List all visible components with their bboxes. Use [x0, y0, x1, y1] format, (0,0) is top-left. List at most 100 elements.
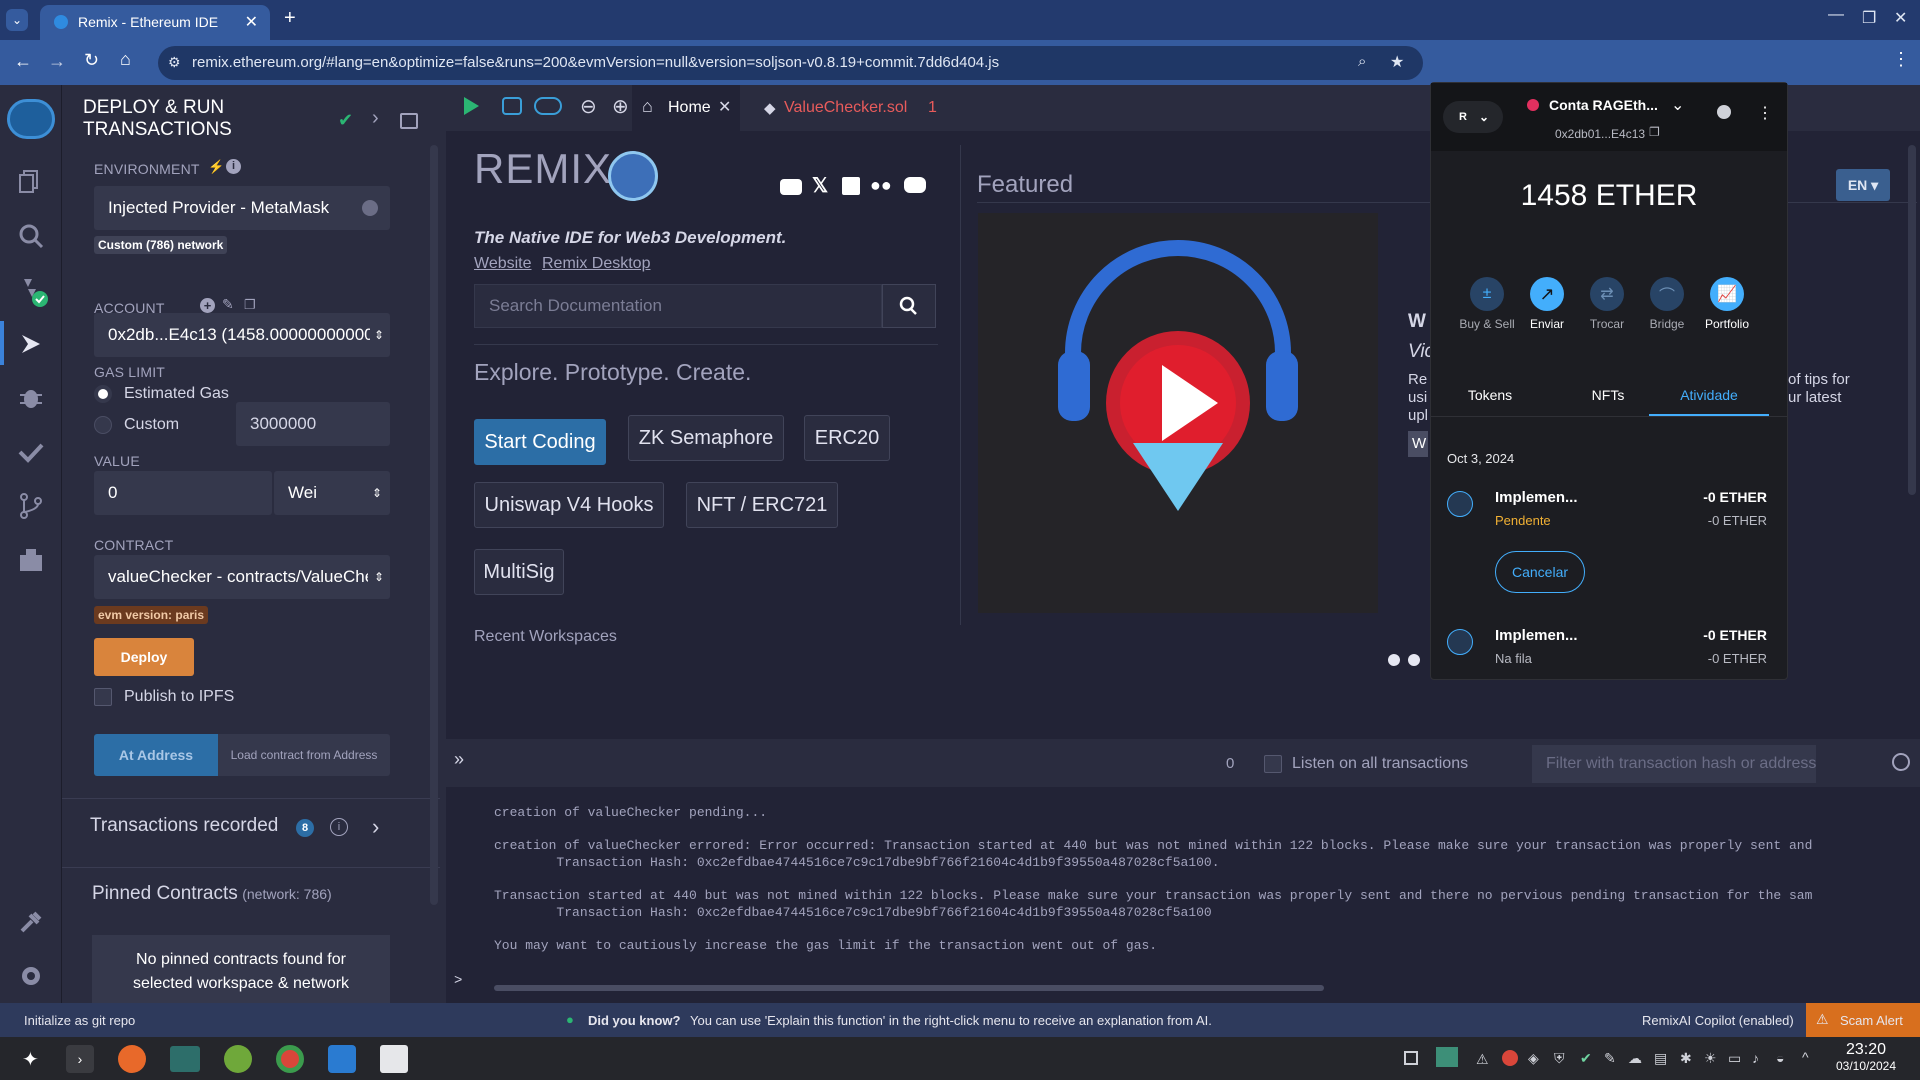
- settings-gear-icon[interactable]: [16, 961, 46, 991]
- chevron-down-icon[interactable]: ⌄: [1671, 95, 1684, 115]
- browser-tab-remix[interactable]: Remix - Ethereum IDE ✕: [40, 5, 270, 40]
- activity-item[interactable]: Implemen... Na fila -0 ETHER -0 ETHER: [1431, 621, 1787, 681]
- back-icon[interactable]: ←: [14, 51, 32, 72]
- linkedin-icon[interactable]: [842, 177, 860, 195]
- info-icon[interactable]: i: [330, 818, 348, 836]
- tray-icon[interactable]: ✔: [1580, 1050, 1592, 1067]
- close-tab-icon[interactable]: ✕: [245, 12, 258, 32]
- tray-shield-icon[interactable]: ⛨: [1554, 1050, 1565, 1067]
- send-button[interactable]: ↗ Enviar: [1517, 277, 1577, 331]
- search-icon[interactable]: [16, 221, 46, 251]
- website-link[interactable]: Website: [474, 255, 532, 273]
- buy-sell-button[interactable]: ± Buy & Sell: [1457, 277, 1517, 331]
- start-coding-button[interactable]: Start Coding: [474, 419, 606, 465]
- search-button[interactable]: [882, 284, 936, 328]
- terminal-horizontal-scrollbar[interactable]: [494, 985, 1324, 991]
- toggle-panel-icon[interactable]: [400, 113, 418, 129]
- remix-logo-icon[interactable]: [7, 99, 55, 139]
- bridge-button[interactable]: ⌒ Bridge: [1637, 277, 1697, 331]
- terminal-app-icon[interactable]: ›: [66, 1045, 94, 1073]
- copy-address-icon[interactable]: ❐: [1649, 125, 1660, 139]
- zoom-out-icon[interactable]: ⊖: [580, 94, 597, 119]
- add-account-icon[interactable]: +: [200, 298, 215, 313]
- language-button[interactable]: EN ▾: [1836, 169, 1890, 201]
- value-input[interactable]: 0: [94, 471, 272, 515]
- learneth-icon[interactable]: [16, 545, 46, 575]
- display-icon[interactable]: ▭: [1728, 1050, 1741, 1067]
- remix-desktop-link[interactable]: Remix Desktop: [542, 255, 650, 273]
- tray-clipboard-icon[interactable]: ▤: [1654, 1050, 1667, 1067]
- git-init-link[interactable]: Initialize as git repo: [24, 1013, 135, 1028]
- side-panel-scrollbar[interactable]: [430, 145, 438, 905]
- account-select[interactable]: 0x2db...E4c13 (1458.000000000000 ⇕: [94, 313, 390, 357]
- activity-item[interactable]: Implemen... Pendente -0 ETHER -0 ETHER: [1431, 483, 1787, 543]
- ai-robot-icon[interactable]: [502, 97, 522, 115]
- tray-icon[interactable]: [1436, 1047, 1458, 1067]
- copy-icon[interactable]: ❐: [244, 297, 256, 313]
- download-app-icon[interactable]: [224, 1045, 252, 1073]
- vscode-icon[interactable]: [328, 1045, 356, 1073]
- ai-copilot-toggle[interactable]: RemixAI Copilot (enabled): [1642, 1013, 1794, 1028]
- terminal-prompt[interactable]: >: [454, 973, 462, 989]
- tray-icon[interactable]: ✎: [1604, 1050, 1616, 1067]
- editor-app-icon[interactable]: [380, 1045, 408, 1073]
- tray-icon[interactable]: [1404, 1051, 1418, 1065]
- x-twitter-icon[interactable]: 𝕏: [812, 173, 828, 198]
- close-tab-icon[interactable]: ✕: [718, 97, 731, 117]
- chrome-icon[interactable]: [276, 1045, 304, 1073]
- multisig-button[interactable]: MultiSig: [474, 549, 564, 595]
- zk-semaphore-button[interactable]: ZK Semaphore: [628, 415, 784, 461]
- plugin-manager-icon[interactable]: [16, 907, 46, 937]
- network-icon[interactable]: ◒: [1776, 1050, 1784, 1066]
- zoom-in-icon[interactable]: ⊕: [612, 94, 629, 119]
- forward-icon[interactable]: →: [48, 51, 66, 72]
- listen-all-checkbox[interactable]: [1264, 755, 1282, 773]
- nft-erc721-button[interactable]: NFT / ERC721: [686, 482, 838, 528]
- tab-search-button[interactable]: ⌄: [6, 9, 28, 31]
- discord-icon[interactable]: [904, 177, 926, 193]
- site-info-icon[interactable]: ⚙: [168, 54, 181, 71]
- medium-icon[interactable]: ●●: [870, 175, 892, 196]
- clear-console-icon[interactable]: [1892, 753, 1910, 771]
- bluetooth-icon[interactable]: ✱: [1680, 1050, 1692, 1067]
- swap-button[interactable]: ⇄ Trocar: [1577, 277, 1637, 331]
- tab-activity[interactable]: Atividade: [1649, 387, 1769, 403]
- tray-cloud-icon[interactable]: ☁: [1628, 1050, 1642, 1067]
- tab-home[interactable]: ⌂ Home ✕: [632, 85, 740, 131]
- address-bar[interactable]: ⚙ remix.ethereum.org/#lang=en&optimize=f…: [158, 46, 1423, 80]
- tray-icon[interactable]: ⚠: [1476, 1051, 1489, 1068]
- run-play-icon[interactable]: [464, 97, 479, 115]
- testing-checkmark-icon[interactable]: [16, 437, 46, 467]
- reload-icon[interactable]: ↻: [84, 50, 99, 71]
- new-tab-icon[interactable]: +: [284, 7, 296, 30]
- portfolio-button[interactable]: 📈 Portfolio: [1697, 277, 1757, 331]
- git-icon[interactable]: [16, 491, 46, 521]
- carousel-dot[interactable]: [1408, 654, 1420, 666]
- brightness-icon[interactable]: ☀: [1704, 1050, 1717, 1067]
- tab-valuechecker[interactable]: ◆ ValueChecker.sol 1: [752, 85, 952, 131]
- close-window-icon[interactable]: ✕: [1894, 8, 1907, 28]
- clock[interactable]: 23:20 03/10/2024: [1828, 1041, 1904, 1073]
- mm-menu-icon[interactable]: ⋮: [1757, 103, 1773, 123]
- transactions-recorded-row[interactable]: Transactions recorded 8 i ›: [90, 814, 420, 845]
- collapse-terminal-icon[interactable]: »: [454, 749, 464, 770]
- account-name[interactable]: Conta RAGEth...: [1549, 97, 1658, 113]
- uniswap-v4-hooks-button[interactable]: Uniswap V4 Hooks: [474, 482, 664, 528]
- tab-tokens[interactable]: Tokens: [1431, 387, 1549, 403]
- volume-icon[interactable]: ♪: [1752, 1050, 1759, 1066]
- youtube-icon[interactable]: [780, 179, 802, 195]
- deploy-run-icon[interactable]: [16, 329, 46, 359]
- solidity-compiler-icon[interactable]: [16, 275, 48, 307]
- load-contract-address-input[interactable]: Load contract from Address: [218, 734, 390, 776]
- chevron-right-icon[interactable]: ›: [372, 107, 379, 130]
- at-address-button[interactable]: At Address: [94, 734, 218, 776]
- erc20-button[interactable]: ERC20: [804, 415, 890, 461]
- carousel-dot[interactable]: [1388, 654, 1400, 666]
- featured-watch-button[interactable]: W: [1408, 431, 1428, 457]
- value-unit-select[interactable]: Wei ⇕: [274, 471, 390, 515]
- file-manager-icon[interactable]: [170, 1046, 200, 1072]
- app-launcher-icon[interactable]: ✦: [22, 1047, 39, 1072]
- debugger-icon[interactable]: [16, 383, 46, 413]
- contract-select[interactable]: valueChecker - contracts/ValueChecker.so…: [94, 555, 390, 599]
- custom-gas-input[interactable]: 3000000: [236, 402, 390, 446]
